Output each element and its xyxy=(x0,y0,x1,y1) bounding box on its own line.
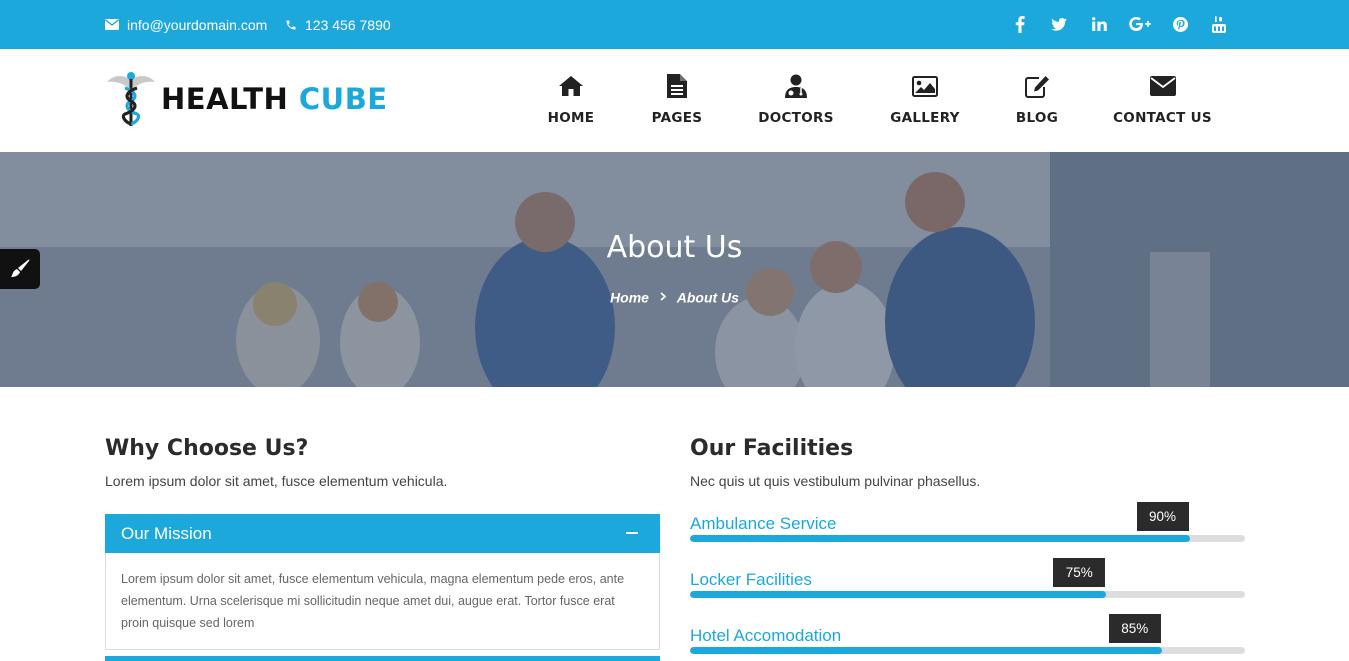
breadcrumb-home-link[interactable]: Home xyxy=(610,289,649,305)
progress-badge: 90% xyxy=(1136,502,1189,531)
facility-label: Locker Facilities xyxy=(690,570,812,589)
why-choose-title: Why Choose Us? xyxy=(105,436,309,461)
progress-track xyxy=(690,535,1245,542)
accordion-our-mission-body: Lorem ipsum dolor sit amet, fusce elemen… xyxy=(105,553,660,650)
brand-name-part2: CUBE xyxy=(298,82,388,116)
twitter-icon[interactable] xyxy=(1047,12,1071,36)
nav-contact-us[interactable]: CONTACT US xyxy=(1110,71,1215,131)
banner-overlay xyxy=(0,152,1349,387)
facebook-icon[interactable] xyxy=(1008,12,1032,36)
main-header: HEALTH CUBE HOME PAGES DOCTORS GALLERY B… xyxy=(0,49,1349,152)
nav-gallery[interactable]: GALLERY xyxy=(884,71,966,131)
breadcrumb: Home About Us xyxy=(0,288,1349,305)
edit-icon xyxy=(1024,75,1049,98)
nav-label: BLOG xyxy=(1015,110,1059,126)
linkedin-icon[interactable] xyxy=(1087,12,1111,36)
progress-track xyxy=(690,591,1245,598)
progress-fill xyxy=(690,591,1107,598)
progress-fill xyxy=(690,535,1190,542)
nav-label: HOME xyxy=(547,110,595,126)
nav-pages[interactable]: PAGES xyxy=(636,71,718,131)
nav-label: DOCTORS xyxy=(758,110,834,126)
phone-icon xyxy=(286,20,296,29)
paint-brush-icon xyxy=(11,259,30,277)
brand-name: HEALTH CUBE xyxy=(161,82,388,116)
envelope-small-icon xyxy=(105,19,119,30)
top-bar: info@yourdomain.com 123 456 7890 xyxy=(0,0,1349,49)
phone-contact[interactable]: 123 456 7890 xyxy=(285,0,391,49)
why-choose-subtitle: Lorem ipsum dolor sit amet, fusce elemen… xyxy=(105,473,448,489)
youtube-icon[interactable] xyxy=(1207,12,1231,36)
progress-track xyxy=(690,647,1245,654)
nav-doctors[interactable]: DOCTORS xyxy=(755,71,837,131)
phone-text: 123 456 7890 xyxy=(305,16,391,33)
facilities-subtitle: Nec quis ut quis vestibulum pulvinar pha… xyxy=(690,473,981,489)
progress-badge: 85% xyxy=(1108,614,1161,643)
chevron-right-icon xyxy=(660,292,666,301)
facility-label: Hotel Accomodation xyxy=(690,626,842,645)
nav-blog[interactable]: BLOG xyxy=(996,71,1078,131)
progress-fill xyxy=(690,647,1162,654)
envelope-icon xyxy=(1149,76,1176,96)
pinterest-icon[interactable] xyxy=(1168,12,1192,36)
brand-logo[interactable]: HEALTH CUBE xyxy=(105,69,388,129)
facility-label: Ambulance Service xyxy=(690,514,837,533)
email-text: info@yourdomain.com xyxy=(127,16,268,33)
accordion-our-mission-header[interactable]: Our Mission xyxy=(105,514,660,553)
nav-label: PAGES xyxy=(651,110,703,126)
image-icon xyxy=(912,75,938,97)
style-customizer-toggle[interactable] xyxy=(0,249,40,289)
nav-label: CONTACT US xyxy=(1113,110,1212,126)
caduceus-logo-icon xyxy=(107,72,155,126)
progress-badge: 75% xyxy=(1053,558,1106,587)
nav-label: GALLERY xyxy=(890,110,960,126)
facilities-title: Our Facilities xyxy=(690,436,854,461)
email-contact[interactable]: info@yourdomain.com xyxy=(105,0,267,49)
brand-name-part1: HEALTH xyxy=(161,82,289,116)
minus-icon[interactable] xyxy=(626,532,638,534)
home-icon xyxy=(559,76,583,96)
google-plus-icon[interactable] xyxy=(1128,12,1152,36)
breadcrumb-current: About Us xyxy=(676,289,739,306)
accordion-title: Our Mission xyxy=(121,523,212,543)
accordion-next-header[interactable] xyxy=(105,656,660,661)
page-banner: About Us Home About Us xyxy=(0,152,1349,387)
doctor-icon xyxy=(785,74,807,98)
nav-home[interactable]: HOME xyxy=(530,71,612,131)
page-title: About Us xyxy=(606,230,743,265)
document-icon xyxy=(667,74,687,98)
